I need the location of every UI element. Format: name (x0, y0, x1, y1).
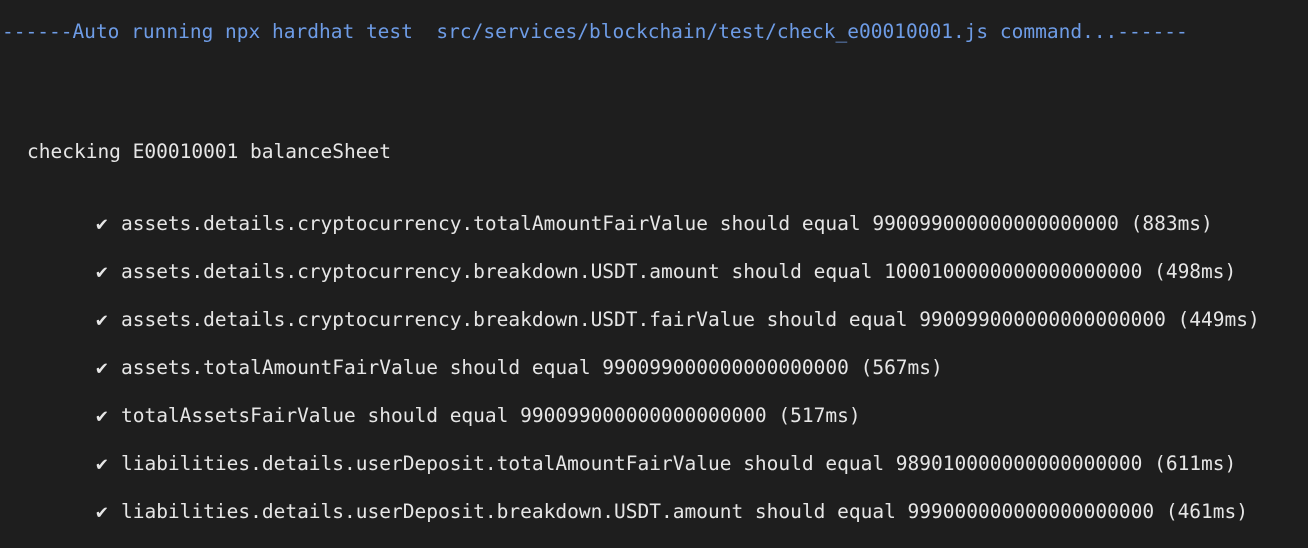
terminal-window: ------Auto running npx hardhat test src/… (0, 0, 1308, 523)
test-result-text: assets.details.cryptocurrency.totalAmoun… (120, 212, 1213, 235)
test-result-text: assets.details.cryptocurrency.breakdown.… (120, 308, 1260, 331)
test-result-text: totalAssetsFairValue should equal 990099… (120, 404, 861, 427)
test-result-text: assets.details.cryptocurrency.breakdown.… (120, 260, 1237, 283)
test-result-row: ✔ liabilities.details.userDeposit.breakdo… (49, 476, 1248, 548)
check-icon: ✔ (95, 260, 108, 283)
check-icon: ✔ (95, 404, 108, 427)
check-icon: ✔ (95, 356, 108, 379)
command-header-line: ------Auto running npx hardhat test src/… (2, 20, 1188, 43)
test-result-text: assets.totalAmountFairValue should equal… (120, 356, 943, 379)
test-result-text: liabilities.details.userDeposit.totalAmo… (120, 452, 1237, 475)
test-suite-title: checking E00010001 balanceSheet (27, 140, 391, 163)
check-icon: ✔ (95, 452, 108, 475)
check-icon: ✔ (95, 500, 108, 523)
check-icon: ✔ (95, 308, 108, 331)
check-icon: ✔ (95, 212, 108, 235)
